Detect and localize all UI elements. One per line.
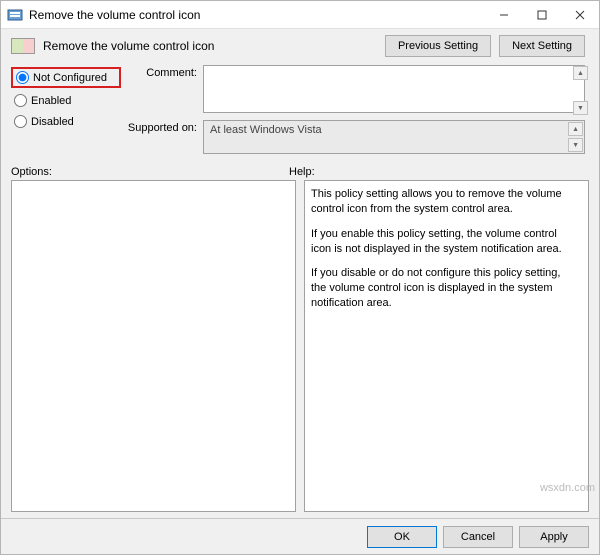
comment-label: Comment:: [121, 65, 203, 116]
titlebar: Remove the volume control icon: [1, 1, 599, 29]
supported-label: Supported on:: [121, 120, 203, 154]
state-radios: Not Configured Enabled Disabled: [11, 65, 121, 154]
options-label: Options:: [11, 166, 289, 178]
bottom-bar: OK Cancel Apply: [1, 518, 599, 554]
radio-enabled-input[interactable]: [14, 94, 27, 107]
radio-disabled[interactable]: Disabled: [11, 113, 121, 130]
maximize-button[interactable]: [523, 1, 561, 29]
mid-labels: Options: Help:: [11, 166, 589, 178]
gpedit-dialog: Remove the volume control icon Remove th…: [0, 0, 600, 555]
help-pane: This policy setting allows you to remove…: [304, 180, 589, 512]
app-icon: [7, 7, 23, 23]
cancel-button[interactable]: Cancel: [443, 526, 513, 548]
apply-button[interactable]: Apply: [519, 526, 589, 548]
next-setting-button[interactable]: Next Setting: [499, 35, 585, 57]
supported-scroll-down[interactable]: ▼: [568, 138, 583, 152]
right-fields: Comment: ▲ ▼ Supported on: At least Wind…: [121, 65, 589, 154]
help-p1: This policy setting allows you to remove…: [311, 187, 568, 217]
help-label: Help:: [289, 166, 315, 178]
comment-textarea[interactable]: [203, 65, 585, 113]
ok-button[interactable]: OK: [367, 526, 437, 548]
previous-setting-button[interactable]: Previous Setting: [385, 35, 491, 57]
radio-not-configured[interactable]: Not Configured: [11, 67, 121, 88]
help-p3: If you disable or do not configure this …: [311, 266, 568, 311]
policy-icon: [11, 38, 35, 54]
radio-disabled-input[interactable]: [14, 115, 27, 128]
state-block: Not Configured Enabled Disabled Comment:…: [11, 65, 589, 154]
supported-value: At least Windows Vista: [210, 124, 322, 136]
help-text[interactable]: This policy setting allows you to remove…: [305, 181, 588, 511]
minimize-button[interactable]: [485, 1, 523, 29]
supported-scroll-up[interactable]: ▲: [568, 122, 583, 136]
window-title: Remove the volume control icon: [29, 8, 485, 22]
radio-not-configured-input[interactable]: [16, 71, 29, 84]
close-button[interactable]: [561, 1, 599, 29]
comment-scroll-down[interactable]: ▼: [573, 101, 588, 115]
help-p2: If you enable this policy setting, the v…: [311, 227, 568, 257]
radio-enabled[interactable]: Enabled: [11, 92, 121, 109]
radio-not-configured-label: Not Configured: [33, 72, 107, 84]
options-pane: [11, 180, 296, 512]
panes: This policy setting allows you to remove…: [11, 180, 589, 512]
setting-name: Remove the volume control icon: [43, 39, 385, 53]
supported-box: At least Windows Vista ▲ ▼: [203, 120, 585, 154]
header-row: Remove the volume control icon Previous …: [11, 35, 589, 57]
radio-enabled-label: Enabled: [31, 95, 71, 107]
comment-scroll-up[interactable]: ▲: [573, 66, 588, 80]
radio-disabled-label: Disabled: [31, 116, 74, 128]
